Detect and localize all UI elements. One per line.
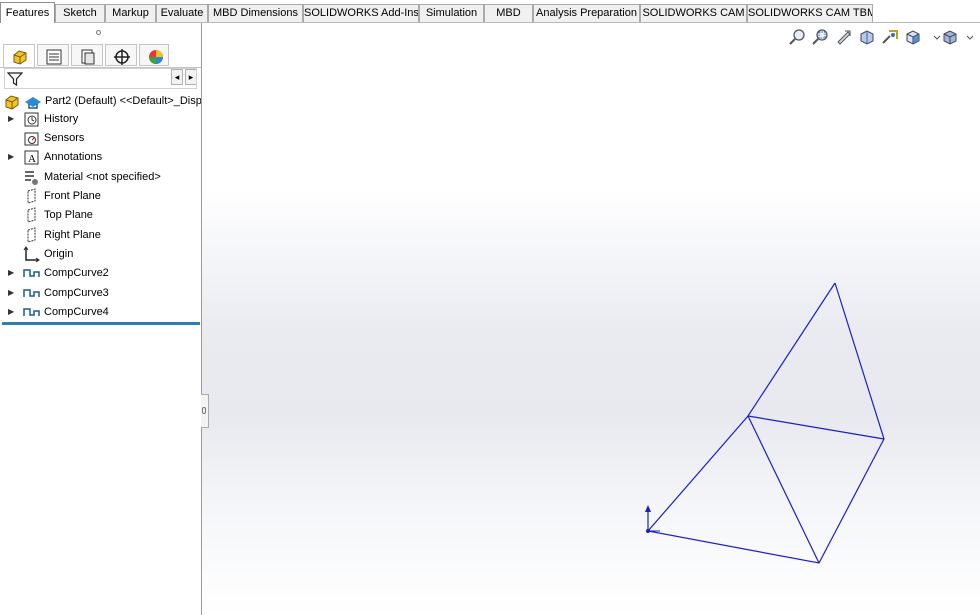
tree-item-label: Material <not specified> xyxy=(44,171,161,183)
composite-curve-icon xyxy=(23,308,40,316)
tab-solidworks-cam-tbm[interactable]: SOLIDWORKS CAM TBM xyxy=(747,4,873,22)
tab-mbd[interactable]: MBD xyxy=(484,4,533,22)
composite-curve-icon xyxy=(23,269,40,277)
tab-analysis-preparation[interactable]: Analysis Preparation xyxy=(533,4,640,22)
svg-text:A: A xyxy=(28,153,36,165)
zoom-to-area-icon[interactable] xyxy=(812,28,830,46)
section-view-icon[interactable] xyxy=(858,28,876,46)
filter-icon xyxy=(7,72,23,87)
tree-item-compcurve3[interactable]: ▶ CompCurve3 xyxy=(0,284,200,303)
plane-icon xyxy=(27,188,36,204)
tree-item-material[interactable]: Material <not specified> xyxy=(0,168,200,187)
tree-item-label: CompCurve3 xyxy=(44,287,109,299)
tree-root-part[interactable]: Part2 (Default) <<Default>_Displa xyxy=(4,93,201,111)
tab-solidworks-cam[interactable]: SOLIDWORKS CAM xyxy=(640,4,747,22)
tree-item-compcurve2[interactable]: ▶ CompCurve2 xyxy=(0,264,200,283)
expand-arrow-icon[interactable]: ▶ xyxy=(8,152,14,161)
expand-arrow-icon[interactable]: ▶ xyxy=(8,288,14,297)
tree-item-label: Front Plane xyxy=(44,190,101,202)
tree-filter[interactable] xyxy=(4,68,197,89)
view-orientation-icon[interactable] xyxy=(904,28,922,46)
composite-curves xyxy=(646,282,885,564)
tab-solidworks-addins[interactable]: SOLIDWORKS Add-Ins xyxy=(303,4,419,22)
tab-displaymanager[interactable] xyxy=(139,44,169,66)
part-title: Part2 (Default) <<Default>_Displa xyxy=(45,95,201,107)
tab-mbd-dimensions[interactable]: MBD Dimensions xyxy=(208,4,303,22)
material-icon xyxy=(25,171,38,185)
displaymanager-icon xyxy=(149,50,163,64)
sensors-icon xyxy=(24,132,39,146)
history-icon xyxy=(24,112,39,127)
sketch-geometry xyxy=(645,282,885,564)
tab-features[interactable]: Features xyxy=(0,2,55,23)
tree-item-front-plane[interactable]: Front Plane xyxy=(0,187,200,206)
featuremanager-icon xyxy=(13,50,27,65)
tree-item-top-plane[interactable]: Top Plane xyxy=(0,206,200,225)
compcurve-inner-edge[interactable] xyxy=(747,415,820,564)
compcurve-diagonal[interactable] xyxy=(747,415,885,440)
panel-grip-icon[interactable] xyxy=(96,30,101,35)
tab-propertymanager[interactable] xyxy=(37,44,69,66)
display-state-icon xyxy=(25,97,41,109)
tree-item-label: Origin xyxy=(44,248,74,260)
tree-item-origin[interactable]: Origin xyxy=(0,245,200,264)
expand-arrow-icon[interactable]: ▶ xyxy=(8,114,14,123)
previous-view-icon[interactable] xyxy=(835,28,853,46)
feature-manager-panel: ◂ ▸ Part2 (Default) <<Default>_Displa ▶ … xyxy=(0,23,202,615)
tab-dimxpertmanager[interactable] xyxy=(105,44,137,66)
tree-item-label: Sensors xyxy=(44,132,85,144)
tab-configurationmanager[interactable] xyxy=(71,44,103,66)
chevron-down-icon[interactable] xyxy=(928,28,941,46)
plane-icon xyxy=(27,227,36,243)
tree-item-compcurve4[interactable]: ▶ CompCurve4 xyxy=(0,303,200,322)
tree-item-label: Annotations xyxy=(44,151,103,163)
part-icon xyxy=(5,95,19,110)
plane-icon xyxy=(27,207,36,223)
tab-simulation[interactable]: Simulation xyxy=(419,4,484,22)
grip-icon xyxy=(202,407,206,414)
annotations-icon: A xyxy=(24,150,39,165)
rollback-bar[interactable] xyxy=(2,322,200,325)
tree-item-history[interactable]: ▶ History xyxy=(0,110,200,129)
expand-arrow-icon[interactable]: ▶ xyxy=(8,307,14,316)
tab-markup[interactable]: Markup xyxy=(105,4,156,22)
chevron-down-icon[interactable] xyxy=(961,28,974,46)
dynamic-annotation-icon[interactable] xyxy=(881,28,899,46)
propertymanager-icon xyxy=(46,49,62,65)
tree-item-label: CompCurve4 xyxy=(44,306,109,318)
command-manager: Features Sketch Markup Evaluate MBD Dime… xyxy=(0,0,980,23)
tree-item-sensors[interactable]: Sensors xyxy=(0,129,200,148)
manager-tabs: ◂ ▸ xyxy=(0,43,201,85)
tab-featuremanager[interactable] xyxy=(3,44,35,67)
expand-arrow-icon[interactable]: ▶ xyxy=(8,268,14,277)
tab-sketch[interactable]: Sketch xyxy=(55,4,105,22)
heads-up-view-toolbar xyxy=(785,26,980,48)
more-tools-icon[interactable] xyxy=(972,28,980,46)
origin-icon xyxy=(23,246,40,263)
tree-item-annotations[interactable]: ▶ A Annotations xyxy=(0,148,200,167)
tree-item-label: Right Plane xyxy=(44,229,101,241)
composite-curve-icon xyxy=(23,289,40,297)
display-style-icon[interactable] xyxy=(941,28,959,46)
tab-evaluate[interactable]: Evaluate xyxy=(156,4,208,22)
tree-item-label: Top Plane xyxy=(44,209,93,221)
configurationmanager-icon xyxy=(81,49,95,65)
dimxpertmanager-icon xyxy=(114,49,130,65)
compcurve-outline[interactable] xyxy=(646,282,885,564)
tree-item-label: CompCurve2 xyxy=(44,267,109,279)
tree-item-label: History xyxy=(44,113,79,125)
panel-collapse-handle[interactable] xyxy=(201,394,209,428)
zoom-to-fit-icon[interactable] xyxy=(789,28,807,46)
tree-item-right-plane[interactable]: Right Plane xyxy=(0,226,200,245)
